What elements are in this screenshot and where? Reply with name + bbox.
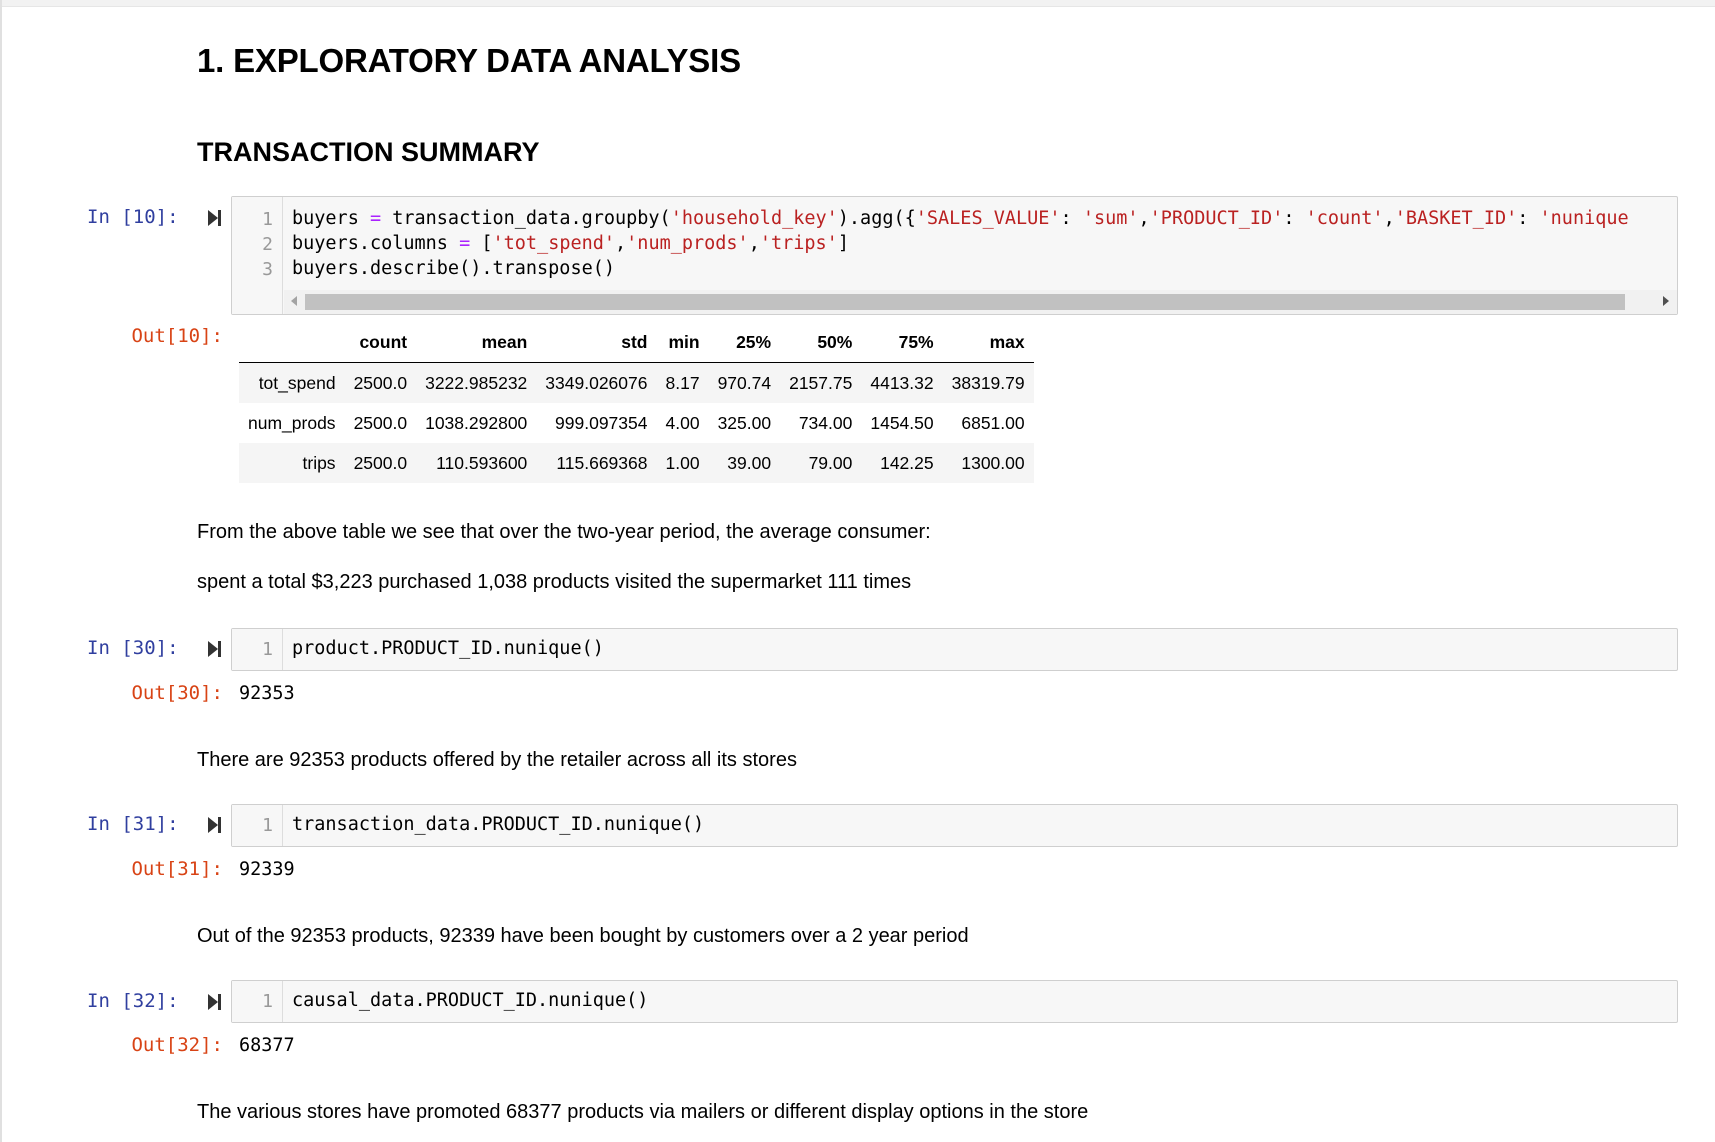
- column-header: 25%: [736, 331, 772, 352]
- table-cell: 142.25: [880, 452, 934, 473]
- line-number: 3: [262, 259, 273, 280]
- output-prompt: Out[31]:: [131, 858, 223, 880]
- table-header-row: count mean std min 25% 50% 75% max: [239, 322, 1034, 363]
- line-number: 2: [262, 234, 273, 255]
- run-cell-icon[interactable]: [207, 815, 223, 835]
- table-cell: 110.593600: [436, 452, 528, 473]
- column-header: min: [668, 331, 700, 352]
- section-heading: TRANSACTION SUMMARY: [197, 137, 540, 167]
- column-header: mean: [481, 331, 528, 352]
- markdown-text: The various stores have promoted 68377 p…: [197, 1101, 1089, 1123]
- code-cell-input[interactable]: 1 product.PRODUCT_ID.nunique(): [231, 628, 1678, 671]
- table-cell: 3222.985232: [425, 372, 528, 393]
- table-row: trips 2500.0 110.593600 115.669368 1.00 39.00…: [239, 443, 1034, 483]
- code-token: buyers.describe().transpose(): [292, 258, 616, 279]
- run-cell-icon[interactable]: [207, 639, 223, 659]
- table-cell: 999.097354: [555, 412, 648, 433]
- table-cell: 4.00: [665, 412, 700, 433]
- table-cell: 2500.0: [353, 412, 408, 433]
- code-line[interactable]: causal_data.PRODUCT_ID.nunique(): [292, 990, 648, 1011]
- markdown-text: Out of the 92353 products, 92339 have be…: [197, 925, 969, 947]
- table-cell: 1.00: [665, 452, 700, 473]
- markdown-text: There are 92353 products offered by the …: [197, 749, 797, 771]
- table-cell: 2500.0: [353, 452, 408, 473]
- table-row: num_prods 2500.0 1038.292800 999.097354 4.00…: [239, 403, 1034, 443]
- code-line[interactable]: transaction_data.PRODUCT_ID.nunique(): [292, 814, 704, 835]
- table-row: tot_spend 2500.0 3222.985232 3349.026076 8.1…: [239, 362, 1034, 403]
- table-cell: 970.74: [717, 372, 772, 393]
- cell-output: 92339: [239, 859, 295, 880]
- scrollbar-thumb[interactable]: [305, 294, 1625, 310]
- column-header: 50%: [817, 331, 853, 352]
- table-cell: 3349.026076: [545, 372, 648, 393]
- table-cell: 6851.00: [961, 412, 1025, 433]
- table-cell: 38319.79: [951, 372, 1025, 393]
- code-cell-input[interactable]: 1 buyers = transaction_data.groupby('hous…: [231, 196, 1678, 315]
- notebook-left-border: [0, 0, 2, 1142]
- notebook-top-bar: [0, 0, 1715, 7]
- run-cell-icon[interactable]: [207, 208, 223, 228]
- scroll-right-icon[interactable]: [1663, 296, 1669, 306]
- input-prompt: In [10]:: [87, 206, 179, 228]
- table-cell: 115.669368: [556, 452, 648, 473]
- cell-output: 92353: [239, 683, 295, 704]
- output-prompt: Out[10]:: [131, 325, 223, 347]
- describe-dataframe: count mean std min 25% 50% 75% max tot_spend 250…: [239, 322, 1034, 483]
- run-cell-icon[interactable]: [207, 992, 223, 1012]
- table-cell: 1038.292800: [425, 412, 528, 433]
- column-header: max: [989, 331, 1025, 352]
- table-cell: 39.00: [727, 452, 772, 473]
- table-cell: 8.17: [665, 372, 700, 393]
- row-label: trips: [302, 452, 336, 473]
- column-header: 75%: [898, 331, 934, 352]
- table-cell: 4413.32: [870, 372, 934, 393]
- code-cell-input[interactable]: 1 causal_data.PRODUCT_ID.nunique(): [231, 980, 1678, 1023]
- horizontal-scrollbar[interactable]: [284, 290, 1677, 314]
- index-header: [239, 322, 345, 363]
- column-header: std: [621, 331, 648, 352]
- table-cell: 2500.0: [353, 372, 408, 393]
- row-label: num_prods: [248, 412, 336, 433]
- table-cell: 1454.50: [870, 412, 934, 433]
- table-cell: 79.00: [808, 452, 853, 473]
- table-cell: 2157.75: [789, 372, 853, 393]
- code-line[interactable]: product.PRODUCT_ID.nunique(): [292, 638, 604, 659]
- output-prompt: Out[30]:: [131, 682, 223, 704]
- table-cell: 325.00: [717, 412, 772, 433]
- line-number: 1: [262, 991, 273, 1012]
- column-header: count: [359, 331, 408, 352]
- output-prompt: Out[32]:: [131, 1034, 223, 1056]
- code-line[interactable]: buyers.describe().transpose(): [292, 258, 615, 279]
- input-prompt: In [32]:: [87, 990, 179, 1012]
- input-prompt: In [31]:: [87, 813, 179, 835]
- table-cell: 1300.00: [961, 452, 1025, 473]
- page-title: 1. EXPLORATORY DATA ANALYSIS: [197, 42, 741, 79]
- code-cell-input[interactable]: 1 transaction_data.PRODUCT_ID.nunique(): [231, 804, 1678, 847]
- input-prompt: In [30]:: [87, 637, 179, 659]
- line-number: 1: [262, 639, 273, 660]
- table-cell: 734.00: [798, 412, 853, 433]
- markdown-text: spent a total $3,223 purchased 1,038 pro…: [197, 571, 912, 593]
- line-number: 1: [262, 209, 273, 230]
- line-number: 1: [262, 815, 273, 836]
- cell-output: 68377: [239, 1035, 295, 1056]
- row-label: tot_spend: [258, 372, 336, 393]
- markdown-text: From the above table we see that over th…: [197, 521, 931, 543]
- scroll-left-icon[interactable]: [291, 296, 297, 306]
